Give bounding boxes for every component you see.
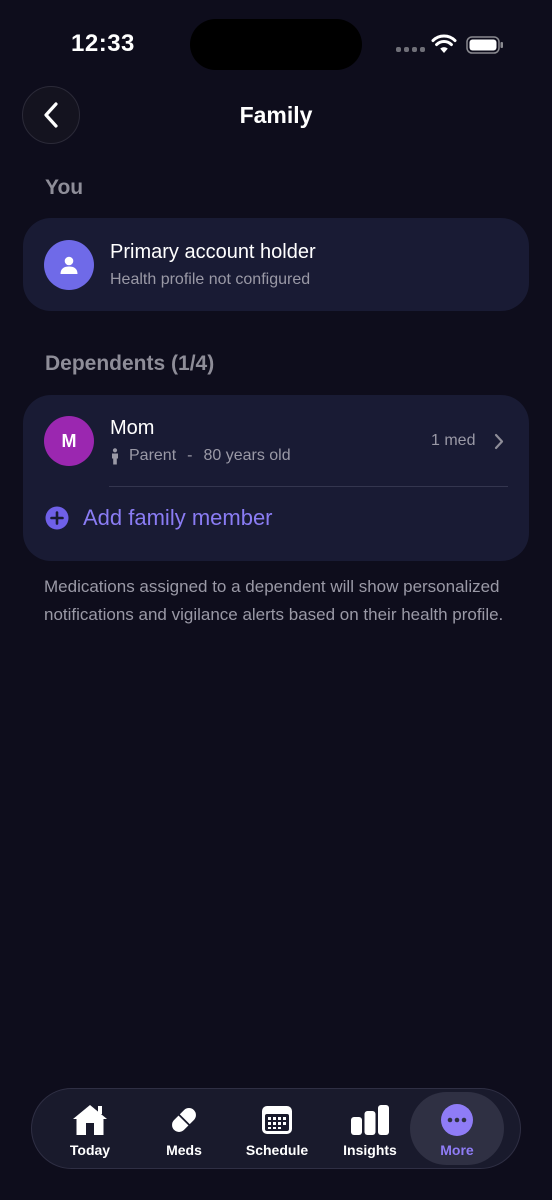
tab-label-insights: Insights [343, 1142, 397, 1158]
dependent-initial: M [61, 430, 77, 451]
tab-schedule[interactable]: Schedule [230, 1092, 324, 1165]
primary-holder-title: Primary account holder [110, 241, 316, 263]
dynamic-island [190, 19, 362, 70]
primary-account-card[interactable]: Primary account holder Health profile no… [23, 218, 529, 311]
dependent-age: 80 years old [203, 447, 291, 464]
chevron-right-icon [494, 433, 504, 450]
tab-meds[interactable]: Meds [137, 1092, 231, 1165]
dependent-details: Parent - 80 years old [110, 447, 291, 465]
dependent-avatar: M [44, 416, 94, 466]
battery-icon [466, 36, 503, 54]
person-standing-icon [112, 447, 118, 464]
tab-today[interactable]: Today [43, 1092, 137, 1165]
tab-label-today: Today [69, 1142, 111, 1158]
section-label-dependents: Dependents (1/4) [45, 352, 215, 375]
calendar-icon [262, 1106, 292, 1134]
add-family-member-label: Add family member [83, 505, 273, 530]
tab-more[interactable]: More [410, 1092, 504, 1165]
footnote: Medications assigned to a dependent will… [44, 577, 504, 624]
add-family-member-button[interactable]: Add family member [45, 505, 273, 531]
med-count: 1 med [431, 432, 476, 449]
page-title: Family [239, 102, 313, 128]
dependent-name: Mom [110, 417, 155, 439]
dependent-separator: - [187, 447, 193, 464]
more-icon [441, 1104, 473, 1136]
status-bar: 12:33 [0, 0, 552, 90]
bar-chart-icon [351, 1105, 389, 1135]
dependents-card: M Mom Parent - 80 years old 1 med Add fa… [23, 395, 529, 561]
home-icon [73, 1105, 107, 1135]
avatar [44, 240, 94, 290]
tab-label-meds: Meds [166, 1142, 202, 1158]
cellular-signal-icon [396, 47, 425, 52]
plus-circle-icon [45, 506, 69, 530]
dependent-row[interactable]: M Mom Parent - 80 years old 1 med [23, 395, 529, 487]
primary-holder-subtitle: Health profile not configured [110, 271, 311, 288]
divider [109, 486, 508, 487]
person-icon [60, 256, 78, 274]
section-label-you: You [45, 176, 84, 199]
tab-insights[interactable]: Insights [323, 1092, 417, 1165]
status-time: 12:33 [71, 30, 135, 57]
tab-label-more: More [440, 1142, 474, 1158]
tab-label-schedule: Schedule [245, 1142, 309, 1158]
wifi-icon [431, 34, 457, 53]
pill-icon [172, 1108, 196, 1132]
dependent-relation: Parent [129, 447, 177, 464]
tab-bar: Today Meds Schedule Insights More [31, 1088, 521, 1169]
